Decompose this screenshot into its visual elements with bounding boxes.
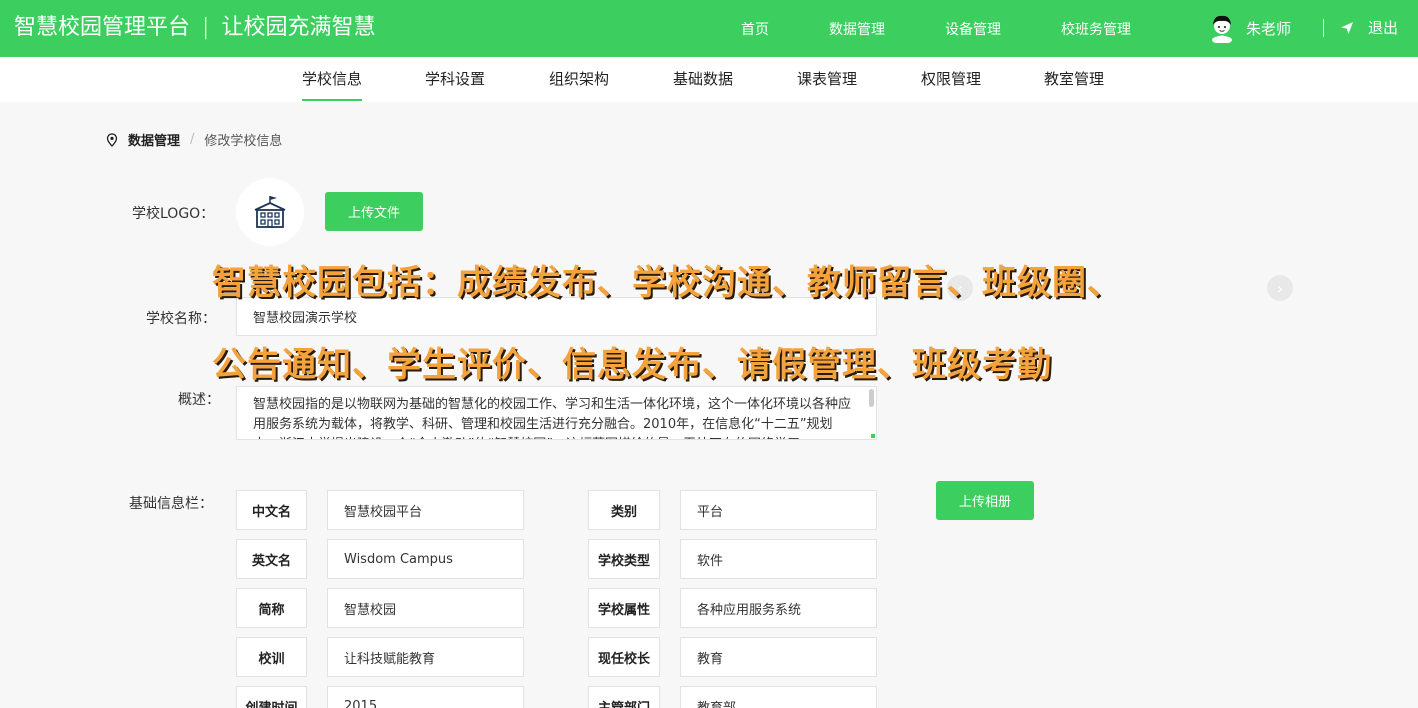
logout-button[interactable]: 退出 [1340, 17, 1398, 38]
app-slogan: 让校园充满智慧 [221, 15, 376, 40]
field-input-principal[interactable]: 教育 [680, 637, 877, 677]
basic-info-label: 基础信息栏： [129, 496, 213, 512]
field-label-founded: 创建时间 [236, 686, 307, 708]
field-label-authority: 主管部门 [588, 686, 660, 708]
field-input-founded[interactable]: 2015 [327, 686, 524, 708]
header-divider [1323, 19, 1324, 37]
field-input-school-attribute[interactable]: 各种应用服务系统 [680, 588, 877, 628]
tab-timetable[interactable]: 课表管理 [797, 68, 857, 89]
tab-permissions[interactable]: 权限管理 [921, 68, 981, 89]
logo-label: 学校LOGO： [132, 206, 215, 222]
field-input-chinese-name[interactable]: 智慧校园平台 [327, 490, 524, 530]
tab-subject-settings[interactable]: 学科设置 [425, 68, 485, 89]
user-menu[interactable]: 朱老师 [1208, 12, 1291, 44]
nav-class-affairs[interactable]: 校班务管理 [1061, 19, 1131, 39]
nav-device-management[interactable]: 设备管理 [945, 19, 1001, 39]
send-icon [1341, 21, 1353, 34]
sub-nav: 学校信息 学科设置 组织架构 基础数据 课表管理 权限管理 教室管理 [0, 57, 1418, 102]
app-title: 智慧校园管理平台 [14, 15, 191, 40]
carousel-next-icon[interactable]: › [1267, 275, 1293, 301]
breadcrumb: 数据管理 / 修改学校信息 [106, 130, 282, 149]
field-label-school-attribute: 学校属性 [588, 588, 660, 628]
overlay-features-line1: 智慧校园包括：成绩发布、学校沟通、教师留言、班级圈、 [212, 263, 1122, 303]
location-pin-icon [106, 132, 118, 147]
upload-album-button[interactable]: 上传相册 [936, 481, 1034, 520]
field-input-english-name[interactable]: Wisdom Campus [327, 539, 524, 579]
breadcrumb-root[interactable]: 数据管理 [128, 130, 180, 149]
tab-basic-data[interactable]: 基础数据 [673, 68, 733, 89]
overlay-features-line2: 公告通知、学生评价、信息发布、请假管理、班级考勤 [212, 345, 1052, 385]
avatar [1208, 13, 1236, 44]
field-label-english-name: 英文名 [236, 539, 307, 579]
logout-label: 退出 [1368, 19, 1399, 37]
upload-file-button[interactable]: 上传文件 [325, 192, 423, 231]
brand-separator: | [202, 15, 210, 40]
description-text: 智慧校园指的是以物联网为基础的智慧化的校园工作、学习和生活一体化环境，这个一体化… [253, 397, 852, 439]
field-input-motto[interactable]: 让科技赋能教育 [327, 637, 524, 677]
textarea-scrollbar[interactable] [869, 389, 874, 407]
field-label-short-name: 简称 [236, 588, 307, 628]
description-label: 概述： [178, 392, 220, 408]
tab-school-info[interactable]: 学校信息 [302, 68, 363, 101]
field-label-school-type: 学校类型 [588, 539, 660, 579]
tab-classrooms[interactable]: 教室管理 [1044, 68, 1104, 89]
field-label-principal: 现任校长 [588, 637, 660, 677]
field-label-motto: 校训 [236, 637, 307, 677]
field-input-authority[interactable]: 教育部 [680, 686, 877, 708]
field-input-short-name[interactable]: 智慧校园 [327, 588, 524, 628]
school-building-icon [254, 196, 286, 228]
field-label-category: 类别 [588, 490, 660, 530]
tab-org-structure[interactable]: 组织架构 [549, 68, 609, 89]
field-input-category[interactable]: 平台 [680, 490, 877, 530]
school-name-label: 学校名称： [146, 311, 216, 327]
top-bar: 智慧校园管理平台 | 让校园充满智慧 首页 数据管理 设备管理 校班务管理 朱老师 … [0, 0, 1418, 57]
user-avatar-icon [1212, 15, 1232, 44]
description-textarea[interactable]: 智慧校园指的是以物联网为基础的智慧化的校园工作、学习和生活一体化环境，这个一体化… [236, 386, 877, 440]
app-brand: 智慧校园管理平台 | 让校园充满智慧 [14, 13, 375, 43]
textarea-resize-handle[interactable] [871, 434, 875, 438]
user-name: 朱老师 [1246, 19, 1292, 38]
school-logo [236, 178, 304, 246]
nav-data-management[interactable]: 数据管理 [829, 19, 885, 39]
field-input-school-type[interactable]: 软件 [680, 539, 877, 579]
breadcrumb-current: 修改学校信息 [204, 134, 283, 149]
field-label-chinese-name: 中文名 [236, 490, 307, 530]
breadcrumb-divider: / [190, 132, 195, 147]
nav-home[interactable]: 首页 [741, 19, 769, 39]
